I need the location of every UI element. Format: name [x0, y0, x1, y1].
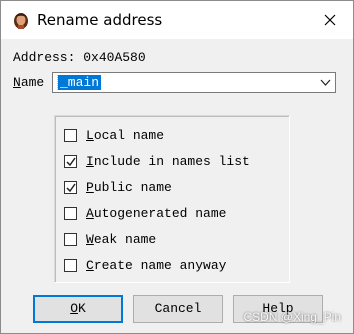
option-autogenerated-name[interactable]: Autogenerated name: [64, 205, 284, 225]
public-name-checkbox[interactable]: [64, 181, 77, 194]
check-icon: [66, 183, 76, 193]
weak-name-label: Weak name: [86, 232, 157, 247]
dialog-title: Rename address: [37, 11, 163, 29]
name-combobox[interactable]: _main: [52, 72, 336, 93]
option-include-in-names-list[interactable]: Include in names list: [64, 153, 284, 173]
close-button[interactable]: [307, 1, 353, 39]
autogenerated-name-label: Autogenerated name: [86, 206, 227, 221]
option-weak-name[interactable]: Weak name: [64, 231, 284, 251]
public-name-label: Public name: [86, 180, 172, 195]
local-name-label: Local name: [86, 128, 165, 143]
name-label-rest: ame: [20, 75, 45, 90]
option-public-name[interactable]: Public name: [64, 179, 284, 199]
ok-button-accelerator: O: [70, 301, 78, 316]
rename-address-dialog: Rename address Address: 0x40A580 Name _m…: [0, 0, 354, 334]
address-value: 0x40A580: [83, 50, 146, 65]
name-label-accelerator: N: [13, 75, 21, 90]
create-name-anyway-checkbox[interactable]: [64, 259, 77, 272]
cancel-button-label: Cancel: [154, 301, 202, 316]
watermark-text: CSDN @Xing_Pin: [243, 310, 341, 324]
ok-button[interactable]: OK: [33, 295, 123, 323]
include-in-names-list-checkbox[interactable]: [64, 155, 77, 168]
name-label: Name: [13, 75, 44, 91]
app-icon: [14, 13, 28, 29]
weak-name-checkbox[interactable]: [64, 233, 77, 246]
option-local-name[interactable]: Local name: [64, 127, 284, 147]
include-in-names-list-label: Include in names list: [86, 154, 250, 169]
ok-button-rest: K: [78, 301, 86, 316]
create-name-anyway-label: Create name anyway: [86, 258, 227, 273]
address-label: Address:: [13, 50, 76, 65]
check-icon: [66, 157, 76, 167]
address-display: Address: 0x40A580: [13, 50, 146, 66]
name-input-selected-text[interactable]: _main: [56, 75, 102, 90]
close-icon: [324, 14, 336, 26]
title-bar[interactable]: Rename address: [1, 1, 353, 39]
cancel-button[interactable]: Cancel: [133, 295, 223, 323]
chevron-down-icon[interactable]: [319, 76, 332, 89]
option-create-name-anyway[interactable]: Create name anyway: [64, 257, 284, 277]
autogenerated-name-checkbox[interactable]: [64, 207, 77, 220]
local-name-checkbox[interactable]: [64, 129, 77, 142]
